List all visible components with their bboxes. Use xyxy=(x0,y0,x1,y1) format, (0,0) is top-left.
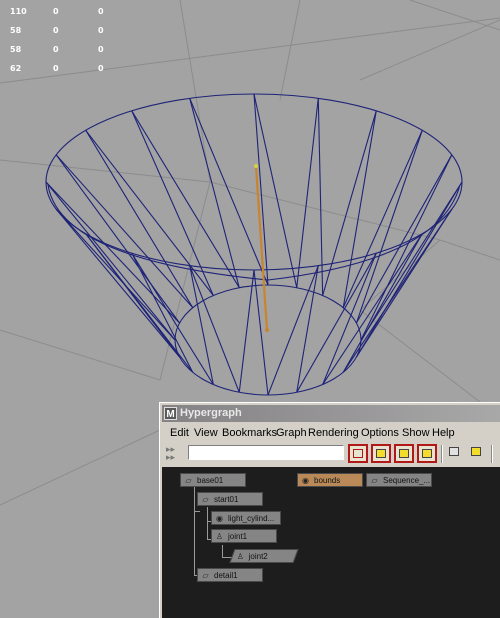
menu-rendering[interactable]: Rendering xyxy=(308,427,359,439)
menu-bar: Edit View Bookmarks Graph Rendering Opti… xyxy=(162,424,500,442)
hud-value: 0 xyxy=(53,45,59,54)
wire-edge xyxy=(131,110,240,288)
frame-icon xyxy=(376,449,386,458)
wire-edge xyxy=(360,181,463,341)
wire-edge xyxy=(131,110,214,296)
wire-edge xyxy=(238,269,255,393)
menu-edit[interactable]: Edit xyxy=(170,427,189,439)
input-output-button[interactable] xyxy=(468,444,488,463)
hypergraph-window[interactable]: M Hypergraph Edit View Bookmarks Graph R… xyxy=(159,402,500,618)
joint-icon: ♙ xyxy=(236,552,244,561)
layout-icon xyxy=(449,447,459,456)
connections-icon xyxy=(471,447,481,456)
hud-value: 0 xyxy=(98,45,104,54)
node-label: start01 xyxy=(214,495,239,504)
node-light-cylinder[interactable]: ◉ light_cylind... xyxy=(211,511,281,525)
frame-hierarchy-icon xyxy=(422,449,432,458)
wire-edge xyxy=(189,265,214,385)
node-label: detail1 xyxy=(214,571,238,580)
hierarchy-edge xyxy=(194,511,200,512)
frame-selection-icon xyxy=(399,449,409,458)
hierarchy-grid-icon xyxy=(353,449,363,458)
menu-bookmarks[interactable]: Bookmarks xyxy=(222,427,277,439)
layout-button[interactable] xyxy=(446,444,466,463)
wire-edge xyxy=(55,208,176,341)
node-label: base01 xyxy=(197,476,224,485)
wire-edge xyxy=(45,181,176,341)
hud-value: 110 xyxy=(10,7,27,16)
node-label: light_cylind... xyxy=(228,514,275,523)
frame-selection-button[interactable] xyxy=(394,444,414,463)
hud-value: 58 xyxy=(10,26,22,35)
joint-icon: ♙ xyxy=(215,532,224,541)
menu-options[interactable]: Options xyxy=(361,427,399,439)
hud-value: 62 xyxy=(10,64,22,73)
wire-edge xyxy=(296,98,319,288)
node-start01[interactable]: ▱ start01 xyxy=(197,492,263,506)
hud-value: 0 xyxy=(53,64,59,73)
transform-icon: ▱ xyxy=(185,476,192,485)
node-sequence[interactable]: ▱ Sequence_... xyxy=(366,473,432,487)
node-bounds[interactable]: ◉ bounds xyxy=(297,473,363,487)
node-label: joint2 xyxy=(248,552,268,561)
hierarchy-edge xyxy=(194,486,195,576)
eye-icon: ◉ xyxy=(302,476,309,485)
wire-edge xyxy=(360,154,453,341)
node-base01[interactable]: ▱ base01 xyxy=(180,473,246,487)
graph-area[interactable]: ▱ base01 ◉ bounds ▱ Sequence_... ▱ start… xyxy=(162,467,500,618)
cylinder-wireframe xyxy=(45,93,463,396)
wire-edge xyxy=(253,269,269,396)
hud-value: 0 xyxy=(98,26,104,35)
wire-edge xyxy=(355,130,423,324)
cylinder-bottom-ring xyxy=(174,284,362,396)
frame-all-button[interactable] xyxy=(371,444,391,463)
scene-hierarchy-button[interactable] xyxy=(348,444,368,463)
transform-icon: ▱ xyxy=(202,495,209,504)
toolbar: ▸▸ ▸▸ xyxy=(162,443,500,465)
menu-view[interactable]: View xyxy=(194,427,218,439)
hud-value: 0 xyxy=(53,26,59,35)
wire-edge xyxy=(355,181,463,358)
eye-icon: ◉ xyxy=(216,514,223,523)
node-joint2[interactable]: ♙ joint2 xyxy=(229,549,299,563)
wire-edge xyxy=(253,93,298,288)
wire-edge xyxy=(322,233,423,385)
window-title: Hypergraph xyxy=(180,407,242,419)
wire-edge xyxy=(342,208,453,373)
node-label: Sequence_... xyxy=(383,476,431,485)
hierarchy-edge xyxy=(207,507,208,540)
toolbar-grip-icon[interactable]: ▸▸ ▸▸ xyxy=(166,446,180,463)
hud-value: 0 xyxy=(98,64,104,73)
toolbar-separator xyxy=(441,445,443,463)
wire-edge xyxy=(55,208,180,358)
menu-graph[interactable]: Graph xyxy=(276,427,307,439)
toolbar-separator xyxy=(491,445,493,463)
menu-show[interactable]: Show xyxy=(402,427,430,439)
hud-value: 0 xyxy=(53,7,59,16)
transform-icon: ▱ xyxy=(202,571,209,580)
wire-edge xyxy=(85,233,180,358)
hypergraph-titlebar[interactable]: M Hypergraph xyxy=(162,405,500,422)
transform-icon: ▱ xyxy=(371,476,378,485)
node-label: joint1 xyxy=(228,532,248,541)
node-joint1[interactable]: ♙ joint1 xyxy=(211,529,277,543)
frame-hierarchy-button[interactable] xyxy=(417,444,437,463)
maya-logo-icon: M xyxy=(164,407,177,420)
hud-value: 58 xyxy=(10,45,22,54)
hud-value: 0 xyxy=(98,7,104,16)
wire-edge xyxy=(131,252,214,385)
wire-edge xyxy=(189,265,240,393)
node-detail1[interactable]: ▱ detail1 xyxy=(197,568,263,582)
node-label: bounds xyxy=(314,476,341,485)
wire-edge xyxy=(55,154,180,324)
menu-help[interactable]: Help xyxy=(432,427,455,439)
search-input[interactable] xyxy=(188,445,344,460)
